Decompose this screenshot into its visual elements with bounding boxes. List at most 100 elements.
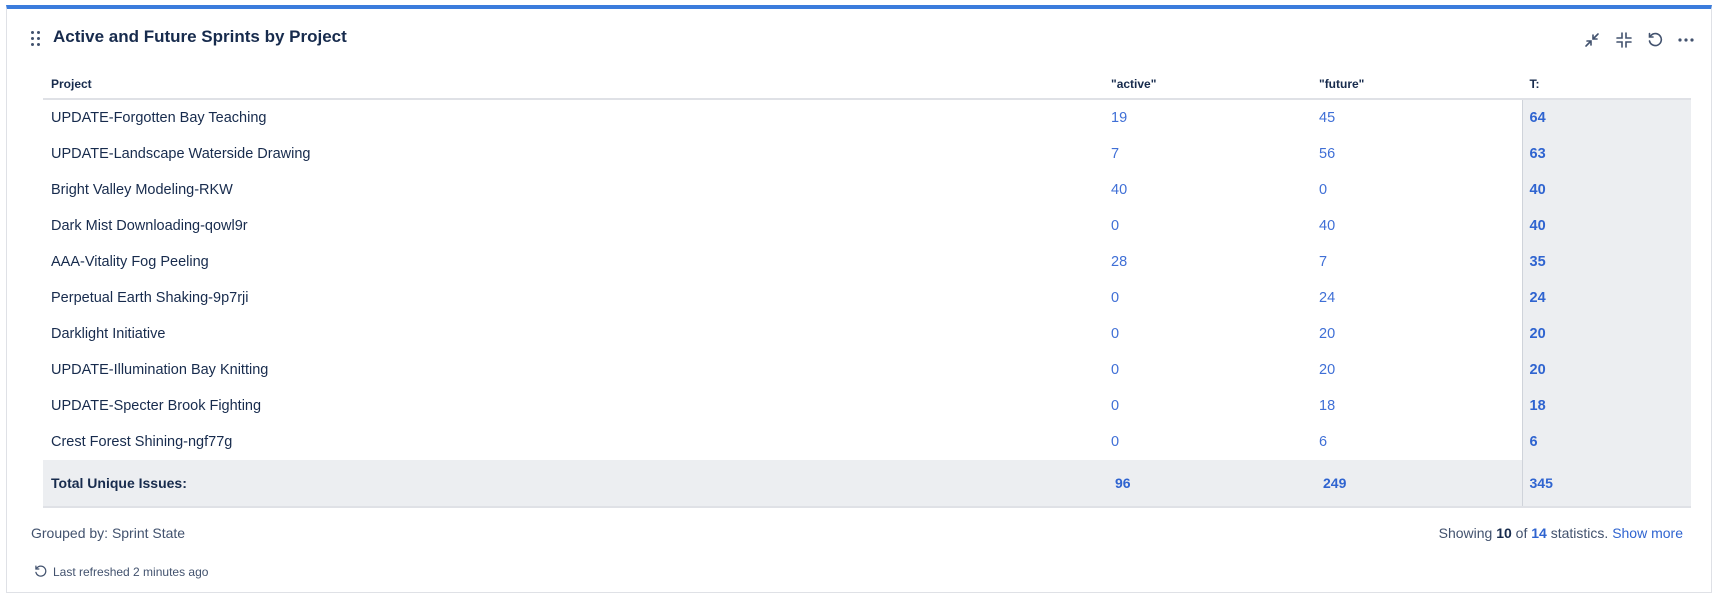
future-count-link[interactable]: 40 xyxy=(1319,218,1335,234)
project-name: UPDATE-Forgotten Bay Teaching xyxy=(51,110,267,126)
project-name: Crest Forest Shining-ngf77g xyxy=(51,434,233,450)
project-name: Darklight Initiative xyxy=(51,326,166,342)
future-count-link[interactable]: 24 xyxy=(1319,290,1335,306)
minimize-icon xyxy=(1585,33,1599,47)
active-count-link[interactable]: 19 xyxy=(1111,110,1127,126)
totals-row: Total Unique Issues: 96 249 345 xyxy=(43,460,1691,508)
table-row: UPDATE-Forgotten Bay Teaching 19 45 64 xyxy=(43,99,1691,136)
more-icon xyxy=(1678,38,1694,42)
last-refreshed-text: Last refreshed 2 minutes ago xyxy=(53,564,209,579)
gadget-header: Active and Future Sprints by Project xyxy=(7,9,1711,65)
active-count: 28 xyxy=(1103,244,1311,280)
project-name: UPDATE-Illumination Bay Knitting xyxy=(51,362,269,378)
active-count: 0 xyxy=(1103,208,1311,244)
project-name: Bright Valley Modeling-RKW xyxy=(51,182,233,198)
active-count: 0 xyxy=(1103,352,1311,388)
project-name: AAA-Vitality Fog Peeling xyxy=(51,254,209,270)
active-count-link[interactable]: 40 xyxy=(1111,182,1127,198)
statistics-table: Project "active" "future" T: UPDATE-Forg… xyxy=(43,70,1691,508)
future-count-link[interactable]: 6 xyxy=(1319,434,1327,450)
column-header-active[interactable]: "active" xyxy=(1103,70,1311,100)
totals-active[interactable]: 96 xyxy=(1103,460,1311,508)
showing-suffix: statistics. xyxy=(1550,525,1609,541)
totals-label: Total Unique Issues: xyxy=(43,460,1103,508)
total-count[interactable]: 35 xyxy=(1521,244,1691,280)
project-name: UPDATE-Specter Brook Fighting xyxy=(51,398,262,414)
active-count-link[interactable]: 0 xyxy=(1111,434,1119,450)
future-count: 7 xyxy=(1311,244,1522,280)
active-count-link[interactable]: 28 xyxy=(1111,254,1127,270)
gadget-panel: Active and Future Sprints by Project Pro… xyxy=(6,5,1712,593)
future-count: 20 xyxy=(1311,316,1522,352)
table-row: Perpetual Earth Shaking-9p7rji 0 24 24 xyxy=(43,280,1691,316)
future-count: 0 xyxy=(1311,172,1522,208)
column-header-project[interactable]: Project xyxy=(43,70,1103,100)
show-more-link[interactable]: Show more xyxy=(1612,525,1683,541)
drag-handle-icon[interactable] xyxy=(31,31,43,47)
total-count[interactable]: 24 xyxy=(1521,280,1691,316)
total-count[interactable]: 20 xyxy=(1521,316,1691,352)
refresh-icon xyxy=(35,565,47,577)
future-count: 24 xyxy=(1311,280,1522,316)
table-row: UPDATE-Illumination Bay Knitting 0 20 20 xyxy=(43,352,1691,388)
refresh-icon xyxy=(1648,32,1663,47)
future-count: 18 xyxy=(1311,388,1522,424)
collapse-button[interactable] xyxy=(1613,29,1635,51)
future-count-link[interactable]: 20 xyxy=(1319,362,1335,378)
totals-future[interactable]: 249 xyxy=(1311,460,1522,508)
last-refreshed: Last refreshed 2 minutes ago xyxy=(33,564,208,579)
minimize-button[interactable] xyxy=(1581,29,1603,51)
active-count-link[interactable]: 0 xyxy=(1111,290,1119,306)
active-count-link[interactable]: 0 xyxy=(1111,362,1119,378)
column-header-total[interactable]: T: xyxy=(1522,70,1691,100)
table-row: Bright Valley Modeling-RKW 40 0 40 xyxy=(43,172,1691,208)
project-name: Dark Mist Downloading-qowl9r xyxy=(51,218,248,234)
total-count[interactable]: 20 xyxy=(1521,352,1691,388)
showing-of: of xyxy=(1515,525,1528,541)
totals-total[interactable]: 345 xyxy=(1521,460,1691,508)
collapse-icon xyxy=(1616,32,1632,48)
future-count: 45 xyxy=(1311,99,1522,136)
future-count: 56 xyxy=(1311,136,1522,172)
table-row: Dark Mist Downloading-qowl9r 0 40 40 xyxy=(43,208,1691,244)
table-row: UPDATE-Specter Brook Fighting 0 18 18 xyxy=(43,388,1691,424)
future-count-link[interactable]: 7 xyxy=(1319,254,1327,270)
active-count: 7 xyxy=(1103,136,1311,172)
table-row: Darklight Initiative 0 20 20 xyxy=(43,316,1691,352)
active-count: 19 xyxy=(1103,99,1311,136)
project-name: Perpetual Earth Shaking-9p7rji xyxy=(51,290,249,306)
future-count: 40 xyxy=(1311,208,1522,244)
gadget-title: Active and Future Sprints by Project xyxy=(53,27,347,46)
active-count: 0 xyxy=(1103,388,1311,424)
future-count-link[interactable]: 56 xyxy=(1319,146,1335,162)
more-actions-button[interactable] xyxy=(1675,29,1697,51)
showing-count: 10 xyxy=(1496,525,1512,541)
column-header-future[interactable]: "future" xyxy=(1311,70,1522,100)
future-count-link[interactable]: 18 xyxy=(1319,398,1335,414)
total-count[interactable]: 40 xyxy=(1521,172,1691,208)
future-count-link[interactable]: 20 xyxy=(1319,326,1335,342)
future-count-link[interactable]: 0 xyxy=(1319,182,1327,198)
active-count: 40 xyxy=(1103,172,1311,208)
active-count-link[interactable]: 0 xyxy=(1111,326,1119,342)
grouped-by-label: Grouped by: Sprint State xyxy=(31,525,186,541)
table-row: AAA-Vitality Fog Peeling 28 7 35 xyxy=(43,244,1691,280)
active-count: 0 xyxy=(1103,280,1311,316)
future-count-link[interactable]: 45 xyxy=(1319,110,1335,126)
table-header-row: Project "active" "future" T: xyxy=(43,70,1691,100)
active-count-link[interactable]: 0 xyxy=(1111,218,1119,234)
total-count[interactable]: 64 xyxy=(1521,99,1691,136)
total-count[interactable]: 63 xyxy=(1521,136,1691,172)
showing-statistics: Showing 10 of 14 statistics. Show more xyxy=(1439,525,1683,541)
total-count[interactable]: 18 xyxy=(1521,388,1691,424)
future-count: 20 xyxy=(1311,352,1522,388)
project-name: UPDATE-Landscape Waterside Drawing xyxy=(51,146,311,162)
total-count[interactable]: 40 xyxy=(1521,208,1691,244)
active-count-link[interactable]: 0 xyxy=(1111,398,1119,414)
refresh-button[interactable] xyxy=(1644,29,1666,51)
active-count-link[interactable]: 7 xyxy=(1111,146,1119,162)
total-count[interactable]: 6 xyxy=(1521,424,1691,460)
active-count: 0 xyxy=(1103,424,1311,460)
showing-total: 14 xyxy=(1531,525,1547,541)
showing-prefix: Showing xyxy=(1438,525,1493,541)
